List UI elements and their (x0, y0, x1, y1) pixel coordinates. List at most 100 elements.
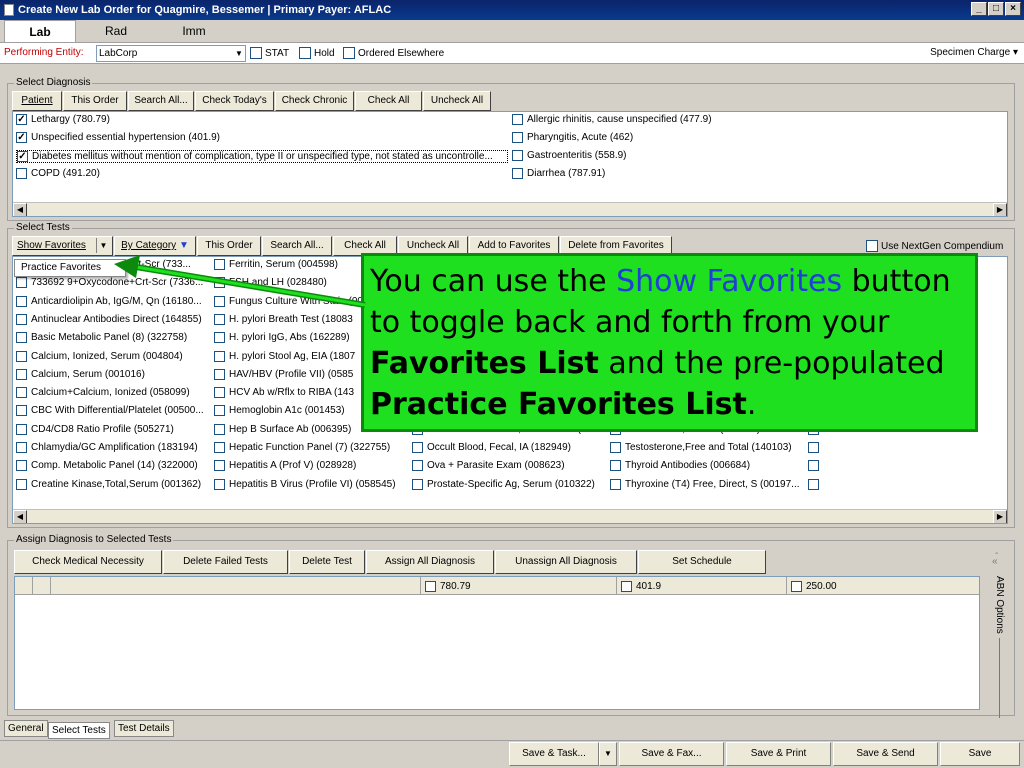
checkbox-box[interactable] (299, 47, 311, 59)
save-fax-button[interactable]: Save & Fax... (619, 742, 724, 766)
checkbox-box[interactable] (16, 405, 27, 417)
checkbox-box[interactable] (214, 478, 225, 490)
grid-dx-column[interactable]: 401.9 (617, 577, 787, 595)
check-chronic-button[interactable]: Check Chronic (275, 91, 354, 111)
save-print-button[interactable]: Save & Print (726, 742, 831, 766)
list-item[interactable]: ✓ Unspecified essential hypertension (401… (16, 132, 506, 143)
list-item[interactable]: Thyroxine (T4) Free, Direct, S (00197... (610, 478, 806, 490)
list-item[interactable] (808, 460, 1004, 472)
checkbox-box[interactable] (16, 350, 27, 362)
list-item[interactable]: Prostate-Specific Ag, Serum (010322) (412, 478, 608, 490)
checkbox-box[interactable] (808, 478, 819, 490)
uncheck-all-diagnosis-button[interactable]: Uncheck All (423, 91, 491, 111)
diagnosis-horizontal-scrollbar[interactable]: ◀ ▶ (13, 202, 1007, 216)
checkbox-box[interactable] (214, 405, 225, 417)
tab-rad[interactable]: Rad (80, 20, 152, 42)
chevron-down-icon[interactable]: ▼ (599, 742, 617, 766)
list-item[interactable]: Hepatitis B Virus (Profile VI) (058545) (214, 478, 410, 490)
checkbox-box[interactable] (16, 332, 27, 344)
checkbox-box[interactable]: ✓ (16, 132, 27, 143)
checkbox-box[interactable] (412, 460, 423, 472)
list-item[interactable]: Chlamydia/GC Amplification (183194) (16, 442, 212, 453)
checkbox-box[interactable] (16, 295, 27, 307)
nextgen-compendium-checkbox[interactable]: Use NextGen Compendium (866, 240, 1003, 252)
save-task-button[interactable]: Save & Task... (509, 742, 599, 766)
hold-checkbox[interactable]: Hold (299, 47, 335, 59)
list-item[interactable]: Hepatitis A (Prof V) (028928) (214, 460, 410, 472)
abn-options-panel[interactable]: - « ABN Options (990, 548, 1010, 718)
list-item[interactable]: Ova + Parasite Exam (008623) (412, 460, 608, 472)
checkbox-box[interactable] (16, 423, 27, 435)
list-item[interactable]: Allergic rhinitis, cause unspecified (47… (512, 114, 1002, 125)
checkbox-box[interactable] (16, 478, 27, 490)
checkbox-box[interactable]: ✓ (17, 151, 28, 162)
checkbox-box[interactable] (214, 332, 225, 344)
scroll-right-arrow-icon[interactable]: ▶ (993, 203, 1007, 216)
checkbox-box[interactable] (412, 478, 423, 490)
scroll-left-arrow-icon[interactable]: ◀ (13, 510, 27, 523)
tests-horizontal-scrollbar[interactable]: ◀ ▶ (13, 509, 1007, 523)
delete-failed-tests-button[interactable]: Delete Failed Tests (163, 550, 288, 574)
checkbox-box[interactable] (512, 168, 523, 179)
checkbox-box[interactable] (512, 114, 523, 125)
unassign-all-diagnosis-button[interactable]: Unassign All Diagnosis (495, 550, 637, 574)
grid-dx-column[interactable]: 780.79 (421, 577, 617, 595)
search-all-tests-button[interactable]: Search All... (262, 236, 332, 256)
list-item[interactable]: Pharyngitis, Acute (462) (512, 132, 1002, 143)
checkbox-box[interactable] (214, 295, 225, 307)
checkbox-box[interactable] (808, 442, 819, 453)
list-item[interactable]: COPD (491.20) (16, 168, 506, 179)
checkbox-box[interactable] (16, 387, 27, 399)
checkbox-box[interactable] (621, 580, 632, 592)
tab-select-tests[interactable]: Select Tests (48, 722, 110, 739)
save-send-button[interactable]: Save & Send (833, 742, 938, 766)
list-item[interactable] (808, 478, 1004, 490)
checkbox-box[interactable] (214, 368, 225, 380)
list-item[interactable]: ✓ Lethargy (780.79) (16, 114, 506, 125)
chevron-down-icon[interactable]: ▼ (233, 46, 245, 61)
set-schedule-button[interactable]: Set Schedule (638, 550, 766, 574)
checkbox-box[interactable] (791, 580, 802, 592)
checkbox-box[interactable] (214, 460, 225, 472)
list-item[interactable]: Thyroid Antibodies (006684) (610, 460, 806, 472)
checkbox-box[interactable] (214, 313, 225, 325)
minimize-button[interactable]: _ (971, 2, 987, 16)
checkbox-box[interactable] (16, 442, 27, 453)
scroll-right-arrow-icon[interactable]: ▶ (993, 510, 1007, 523)
checkbox-box[interactable] (250, 47, 262, 59)
list-item[interactable]: CD4/CD8 Ratio Profile (505271) (16, 423, 212, 435)
this-order-button[interactable]: This Order (63, 91, 127, 111)
checkbox-box[interactable] (610, 478, 621, 490)
this-order-tests-button[interactable]: This Order (197, 236, 261, 256)
checkbox-box[interactable] (808, 460, 819, 472)
list-item[interactable]: ✓ Diabetes mellitus without mention of co… (16, 150, 508, 163)
checkbox-box[interactable] (412, 442, 423, 453)
delete-test-button[interactable]: Delete Test (289, 550, 365, 574)
assign-all-diagnosis-button[interactable]: Assign All Diagnosis (366, 550, 494, 574)
list-item[interactable]: Creatine Kinase,Total,Serum (001362) (16, 478, 212, 490)
list-item[interactable]: Calcium, Serum (001016) (16, 368, 212, 380)
checkbox-box[interactable] (610, 442, 621, 453)
checkbox-box[interactable] (16, 368, 27, 380)
ordered-elsewhere-checkbox[interactable]: Ordered Elsewhere (343, 47, 444, 59)
check-all-diagnosis-button[interactable]: Check All (355, 91, 422, 111)
specimen-charge-dropdown[interactable]: Specimen Charge ▾ (930, 47, 1018, 58)
double-chevron-left-icon[interactable]: « (992, 556, 998, 567)
list-item[interactable]: Hepatic Function Panel (7) (322755) (214, 442, 410, 453)
list-item[interactable]: Occult Blood, Fecal, IA (182949) (412, 442, 608, 453)
patient-button[interactable]: Patient (12, 91, 62, 111)
list-item[interactable] (808, 442, 1004, 453)
list-item[interactable]: Gastroenteritis (558.9) (512, 150, 1002, 161)
list-item[interactable]: Anticardiolipin Ab, IgG/M, Qn (16180... (16, 295, 212, 307)
checkbox-box[interactable] (512, 150, 523, 161)
checkbox-box[interactable] (512, 132, 523, 143)
checkbox-box[interactable] (214, 423, 225, 435)
checkbox-box[interactable] (214, 259, 225, 270)
check-medical-necessity-button[interactable]: Check Medical Necessity (14, 550, 162, 574)
checkbox-box[interactable] (610, 460, 621, 472)
check-today-button[interactable]: Check Today's (195, 91, 274, 111)
checkbox-box[interactable] (343, 47, 355, 59)
checkbox-box[interactable] (866, 240, 878, 252)
checkbox-box[interactable] (214, 277, 225, 289)
checkbox-box[interactable] (16, 277, 27, 289)
